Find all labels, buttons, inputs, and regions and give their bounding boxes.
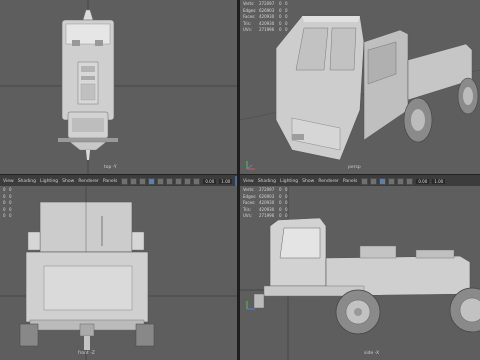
gamma-field[interactable]: 1.00	[432, 178, 446, 184]
toolbar-icons-left	[121, 177, 201, 185]
camera-label-persp: persp	[348, 165, 361, 170]
stats-hud-front: 00 00 00 00 00	[3, 187, 15, 220]
texture-icon[interactable]	[388, 177, 396, 185]
texture-icon[interactable]	[157, 177, 165, 185]
camera-label-front: front -Z	[78, 351, 95, 356]
grid-icon[interactable]	[370, 177, 378, 185]
menu-panels[interactable]: Panels	[103, 179, 117, 184]
menu-view[interactable]: View	[243, 179, 254, 184]
menu-shading[interactable]: Shading	[18, 179, 36, 184]
smooth-shade-icon[interactable]	[148, 177, 156, 185]
shadow-icon[interactable]	[175, 177, 183, 185]
menu-panels[interactable]: Panels	[343, 179, 357, 184]
front-view-model	[0, 186, 237, 360]
menu-view[interactable]: View	[3, 179, 14, 184]
grid-icon[interactable]	[130, 177, 138, 185]
smooth-shade-icon[interactable]	[379, 177, 387, 185]
light-icon[interactable]	[166, 177, 174, 185]
viewport-front[interactable]: 00 00 00 00 00 front -Z	[0, 186, 237, 360]
viewport-divider[interactable]	[237, 0, 240, 360]
menu-shading[interactable]: Shading	[258, 179, 276, 184]
hud-row: UVs: 271996 0 0	[243, 27, 288, 32]
camera-label-top: top -Y	[104, 165, 117, 170]
isolate-icon[interactable]	[193, 177, 201, 185]
viewport-menu-right: View Shading Lighting Show Renderer Pane…	[240, 179, 357, 184]
hud-row: UVs: 271996 0 0	[243, 213, 288, 218]
gamma-field[interactable]: 1.00	[219, 178, 233, 184]
axis-gizmo-icon	[246, 301, 255, 310]
toolbar-icons-right	[361, 177, 414, 185]
camera-icon[interactable]	[121, 177, 129, 185]
wireframe-icon[interactable]	[139, 177, 147, 185]
stats-hud-perspective: Verts: 272097 0 0 Edges: 626903 0 0 Faces: 4209…	[243, 1, 291, 34]
axis-gizmo-icon	[246, 161, 255, 170]
exposure-field[interactable]: 0.00	[416, 178, 430, 184]
menu-renderer[interactable]: Renderer	[318, 179, 339, 184]
camera-icon[interactable]	[361, 177, 369, 185]
viewport-perspective[interactable]: Verts: 272097 0 0 Edges: 626903 0 0 Faces: 4209…	[240, 0, 480, 174]
exposure-field[interactable]: 0.00	[203, 178, 217, 184]
viewport-top[interactable]: top -Y	[0, 0, 237, 174]
menu-show[interactable]: Show	[302, 179, 314, 184]
viewport-menu-left: View Shading Lighting Show Renderer Pane…	[0, 179, 117, 184]
light-icon[interactable]	[397, 177, 405, 185]
xray-icon[interactable]	[184, 177, 192, 185]
menu-renderer[interactable]: Renderer	[78, 179, 99, 184]
menu-lighting[interactable]: Lighting	[280, 179, 298, 184]
stats-hud-side: Verts: 272097 0 0 Edges: 626903 0 0 Faces: 4209…	[243, 187, 291, 220]
shadow-icon[interactable]	[406, 177, 414, 185]
viewport-side[interactable]: Verts: 272097 0 0 Edges: 626903 0 0 Faces: 4209…	[240, 186, 480, 360]
camera-label-side: side -X	[364, 351, 380, 356]
menu-lighting[interactable]: Lighting	[40, 179, 58, 184]
menu-show[interactable]: Show	[62, 179, 74, 184]
top-view-model	[0, 0, 237, 174]
hud-row: 00	[3, 213, 12, 218]
